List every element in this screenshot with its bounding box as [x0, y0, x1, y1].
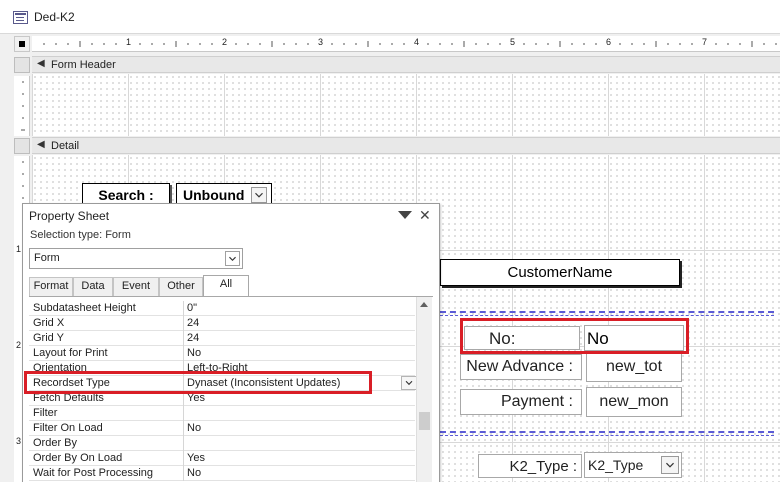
property-name: Order By — [33, 437, 78, 449]
property-row[interactable]: Grid Y 24 — [29, 331, 415, 346]
ruler-number: 3 — [16, 436, 22, 446]
property-value[interactable]: Yes — [187, 451, 205, 465]
property-row[interactable]: Order By On Load Yes — [29, 451, 415, 466]
object-selector-value: Form — [34, 252, 60, 264]
ruler-number: 4 — [414, 37, 420, 47]
chevron-down-icon[interactable] — [225, 251, 240, 266]
property-name: Filter On Load — [33, 422, 103, 434]
k2-type-combo-text: K2_Type — [588, 457, 644, 473]
ruler-number: 7 — [702, 37, 708, 47]
tab-other[interactable]: Other — [159, 277, 203, 296]
ruler-number: 5 — [510, 37, 516, 47]
property-value[interactable]: No — [187, 466, 201, 480]
k2-type-combo[interactable]: K2_Type — [584, 452, 682, 478]
chevron-down-icon[interactable] — [401, 376, 417, 390]
tab-event[interactable]: Event — [113, 277, 159, 296]
tab-all[interactable]: All — [203, 275, 249, 296]
property-row[interactable]: Order By — [29, 436, 415, 451]
ruler-number: 2 — [16, 340, 22, 350]
close-icon[interactable]: ✕ — [419, 207, 431, 224]
selection-type: Selection type: Form — [30, 229, 131, 241]
object-selector[interactable]: Form — [29, 248, 243, 269]
property-scrollbar[interactable] — [416, 297, 432, 482]
form-selector[interactable] — [14, 36, 30, 52]
window-title: Ded-K2 — [34, 10, 75, 24]
detail-bar[interactable]: ◀ Detail — [32, 137, 780, 154]
ruler-number: 1 — [126, 37, 132, 47]
property-value[interactable]: 0" — [187, 301, 197, 315]
customer-name-field[interactable]: CustomerName — [440, 259, 680, 286]
ruler-number: 1 — [16, 244, 22, 254]
property-row[interactable]: Filter On Load No — [29, 421, 415, 436]
property-name: Grid Y — [33, 332, 64, 344]
property-sheet[interactable]: Property Sheet ✕ Selection type: Form Fo… — [22, 203, 440, 482]
ruler-number: 2 — [222, 37, 228, 47]
property-sheet-title: Property Sheet — [29, 209, 110, 223]
ruler-number: 6 — [606, 37, 612, 47]
property-row[interactable]: Wait for Post Processing No — [29, 466, 415, 481]
ruler-ticks — [21, 81, 25, 131]
property-row[interactable]: Grid X 24 — [29, 316, 415, 331]
form-icon — [13, 11, 28, 24]
chevron-down-icon[interactable] — [661, 456, 679, 474]
page-break-line — [440, 431, 774, 436]
property-value[interactable]: No — [187, 346, 201, 360]
property-name: Wait for Post Processing — [33, 467, 154, 479]
pane-menu-icon[interactable] — [398, 211, 412, 219]
form-header-selector[interactable] — [14, 57, 30, 73]
payment-label[interactable]: Payment : — [460, 389, 582, 415]
collapse-icon: ◀ — [37, 58, 45, 69]
horizontal-ruler[interactable]: 1 2 3 4 5 6 7 — [32, 36, 780, 52]
k2-type-label[interactable]: K2_Type : — [478, 454, 582, 478]
highlight-box — [460, 318, 689, 354]
property-name: Filter — [33, 407, 58, 419]
property-name: Order By On Load — [33, 452, 123, 464]
property-row[interactable]: Subdatasheet Height 0" — [29, 301, 415, 316]
property-name: Subdatasheet Height — [33, 302, 136, 314]
unbound-combo-text: Unbound — [183, 187, 245, 203]
highlight-box — [24, 371, 372, 394]
chevron-down-icon[interactable] — [251, 187, 267, 203]
detail-label: Detail — [51, 140, 80, 152]
form-header-ruler — [14, 76, 30, 136]
form-header-bar[interactable]: ◀ Form Header — [32, 56, 780, 73]
form-header-label: Form Header — [51, 59, 116, 71]
payment-field[interactable]: new_mon — [586, 387, 682, 417]
form-header-grid[interactable] — [32, 74, 780, 136]
tab-divider — [29, 296, 433, 297]
new-advance-label[interactable]: New Advance : — [460, 354, 582, 380]
tab-format[interactable]: Format — [29, 277, 73, 296]
ruler-ticks — [43, 41, 777, 47]
detail-selector[interactable] — [14, 138, 30, 154]
ruler-number: 3 — [318, 37, 324, 47]
new-advance-field[interactable]: new_tot — [586, 352, 682, 382]
page-break-line — [440, 311, 774, 316]
property-value[interactable]: 24 — [187, 316, 199, 330]
property-name: Layout for Print — [33, 347, 108, 359]
property-name: Grid X — [33, 317, 65, 329]
tab-data[interactable]: Data — [73, 277, 113, 296]
scroll-up-icon[interactable] — [420, 302, 428, 307]
property-row[interactable]: Layout for Print No — [29, 346, 415, 361]
form-design-window: Ded-K2 1 2 3 4 5 6 7 1 2 3 ◀ Form Header — [0, 0, 780, 482]
collapse-icon: ◀ — [37, 139, 45, 150]
scroll-thumb[interactable] — [419, 412, 430, 430]
property-value[interactable]: No — [187, 421, 201, 435]
title-bar: Ded-K2 — [0, 0, 780, 34]
property-value[interactable]: 24 — [187, 331, 199, 345]
property-row[interactable]: Filter — [29, 406, 415, 421]
